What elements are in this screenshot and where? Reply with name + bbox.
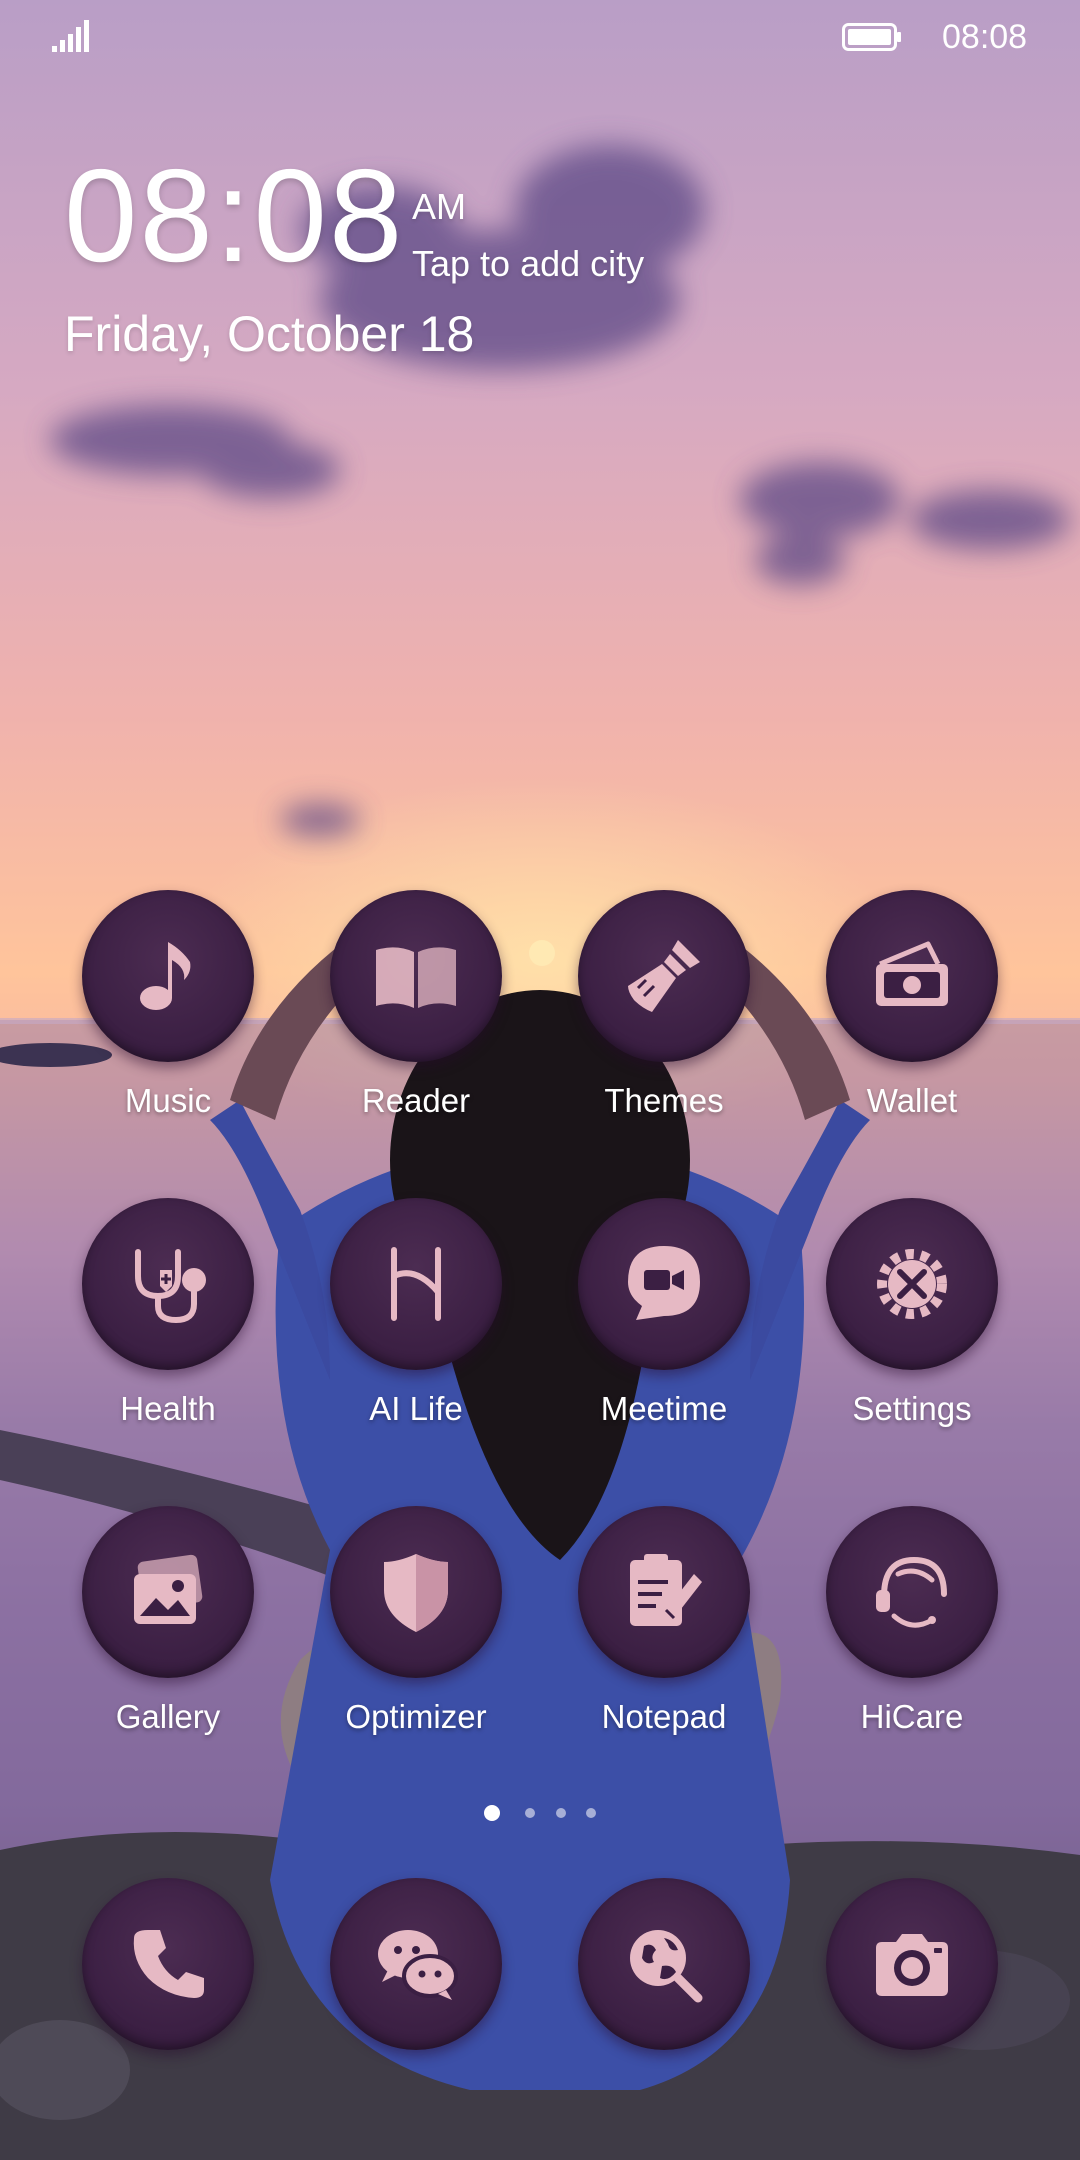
signal-icon: [52, 20, 89, 52]
app-label: AI Life: [369, 1390, 463, 1427]
paintbrush-icon: [628, 940, 700, 1012]
app-meetime[interactable]: Meetime: [560, 1198, 760, 1438]
dock-browser[interactable]: [560, 1878, 760, 2058]
app-label: Wallet: [866, 1082, 958, 1119]
app-icon-button[interactable]: [82, 890, 254, 1062]
app-label: Music: [124, 1082, 212, 1119]
dock-phone[interactable]: [64, 1878, 264, 2058]
shield-icon: [384, 1554, 448, 1632]
stethoscope-icon: [135, 1249, 206, 1324]
app-label: Gallery: [115, 1698, 221, 1735]
app-icon-button[interactable]: [578, 1506, 750, 1678]
app-notepad[interactable]: Notepad: [560, 1506, 760, 1746]
app-icon-button[interactable]: [82, 1506, 254, 1678]
status-time: 08:08: [942, 18, 1028, 56]
clock-time[interactable]: 08:08: [64, 150, 404, 282]
app-icon-button[interactable]: [330, 890, 502, 1062]
page-dot[interactable]: [556, 1808, 566, 1818]
chat-icon: [378, 1930, 458, 2000]
app-label: Notepad: [601, 1698, 727, 1735]
gear-icon: [877, 1249, 947, 1319]
app-ai-life[interactable]: AI Life: [312, 1198, 512, 1438]
music-note-icon: [140, 942, 191, 1010]
app-health[interactable]: Health: [64, 1198, 264, 1438]
add-city-link[interactable]: Tap to add city: [412, 243, 644, 285]
battery-icon: [842, 23, 901, 51]
app-icon-button[interactable]: [578, 890, 750, 1062]
app-label: Settings: [852, 1390, 972, 1427]
page-indicator[interactable]: [484, 1804, 596, 1824]
app-themes[interactable]: Themes: [560, 890, 760, 1130]
app-label: Reader: [361, 1082, 471, 1119]
app-label: Optimizer: [345, 1698, 487, 1735]
clock-date[interactable]: Friday, October 18: [64, 305, 474, 363]
app-music[interactable]: Music: [64, 890, 264, 1130]
app-icon-button[interactable]: [578, 1198, 750, 1370]
app-settings[interactable]: Settings: [808, 1198, 1008, 1438]
app-gallery[interactable]: Gallery: [64, 1506, 264, 1746]
app-hicare[interactable]: HiCare: [808, 1506, 1008, 1746]
app-reader[interactable]: Reader: [312, 890, 512, 1130]
app-icon-button[interactable]: [826, 1198, 998, 1370]
app-icon-button[interactable]: [578, 1878, 750, 2050]
page-dot-active[interactable]: [484, 1805, 500, 1821]
app-optimizer[interactable]: Optimizer: [312, 1506, 512, 1746]
phone-icon: [133, 1930, 204, 1998]
camera-icon: [876, 1934, 948, 1996]
app-label: Health: [120, 1390, 216, 1427]
app-icon-button[interactable]: [826, 890, 998, 1062]
page-dot[interactable]: [525, 1808, 535, 1818]
dock-camera[interactable]: [808, 1878, 1008, 2058]
app-label: Meetime: [600, 1390, 728, 1427]
book-icon: [376, 947, 456, 1008]
app-label: HiCare: [860, 1698, 964, 1735]
wallet-icon: [876, 941, 948, 1006]
app-icon-button[interactable]: [82, 1198, 254, 1370]
ai-life-icon: [391, 1247, 441, 1321]
app-icon-button[interactable]: [330, 1506, 502, 1678]
app-icon-button[interactable]: [330, 1878, 502, 2050]
dock-chat[interactable]: [312, 1878, 512, 2058]
app-icon-button[interactable]: [826, 1506, 998, 1678]
gallery-icon: [134, 1554, 203, 1624]
notepad-icon: [630, 1554, 702, 1626]
status-bar: 08:08: [0, 0, 1080, 72]
clock-ampm: AM: [412, 186, 466, 227]
page-dot[interactable]: [586, 1808, 596, 1818]
app-label: Themes: [604, 1082, 724, 1119]
app-wallet[interactable]: Wallet: [808, 890, 1008, 1130]
app-icon-button[interactable]: [330, 1198, 502, 1370]
app-icon-button[interactable]: [82, 1878, 254, 2050]
browser-icon: [630, 1930, 703, 2003]
app-icon-button[interactable]: [826, 1878, 998, 2050]
headset-icon: [876, 1556, 947, 1628]
video-call-icon: [628, 1246, 700, 1320]
